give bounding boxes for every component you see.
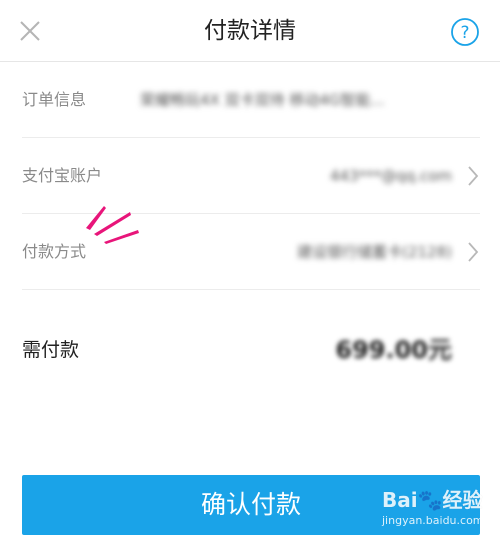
watermark-url: jingyan.baidu.com bbox=[382, 514, 484, 527]
help-button[interactable]: ? bbox=[450, 17, 480, 47]
order-info-label: 订单信息 bbox=[22, 90, 87, 109]
order-info-row: 订单信息 荣耀畅玩4X 双卡双待 移动4G智能... bbox=[22, 62, 480, 138]
top-bar: 付款详情 ? bbox=[0, 0, 500, 62]
payment-method-label: 付款方式 bbox=[22, 242, 87, 261]
amount-due-label: 需付款 bbox=[22, 339, 80, 361]
order-info-value: 荣耀畅玩4X 双卡双待 移动4G智能... bbox=[140, 91, 385, 109]
watermark-logo-suffix: 经验 bbox=[442, 488, 483, 512]
highlight-strokes bbox=[86, 206, 139, 244]
amount-due-value: 699.00元 bbox=[335, 336, 452, 364]
help-icon: ? bbox=[451, 18, 479, 46]
page-title: 付款详情 bbox=[204, 18, 296, 44]
chevron-right-icon bbox=[468, 166, 479, 186]
watermark-logo-text: Bai bbox=[382, 488, 418, 512]
paw-icon: 🐾 bbox=[417, 488, 443, 512]
svg-text:?: ? bbox=[460, 23, 469, 43]
payment-method-value: 建设银行储蓄卡(2128) bbox=[297, 243, 452, 261]
alipay-account-value: 443***@qq.com bbox=[330, 167, 452, 185]
chevron-right-icon bbox=[468, 242, 479, 262]
watermark: Bai🐾经验 jingyan.baidu.com bbox=[382, 484, 492, 534]
watermark-logo: Bai🐾经验 bbox=[382, 484, 483, 513]
